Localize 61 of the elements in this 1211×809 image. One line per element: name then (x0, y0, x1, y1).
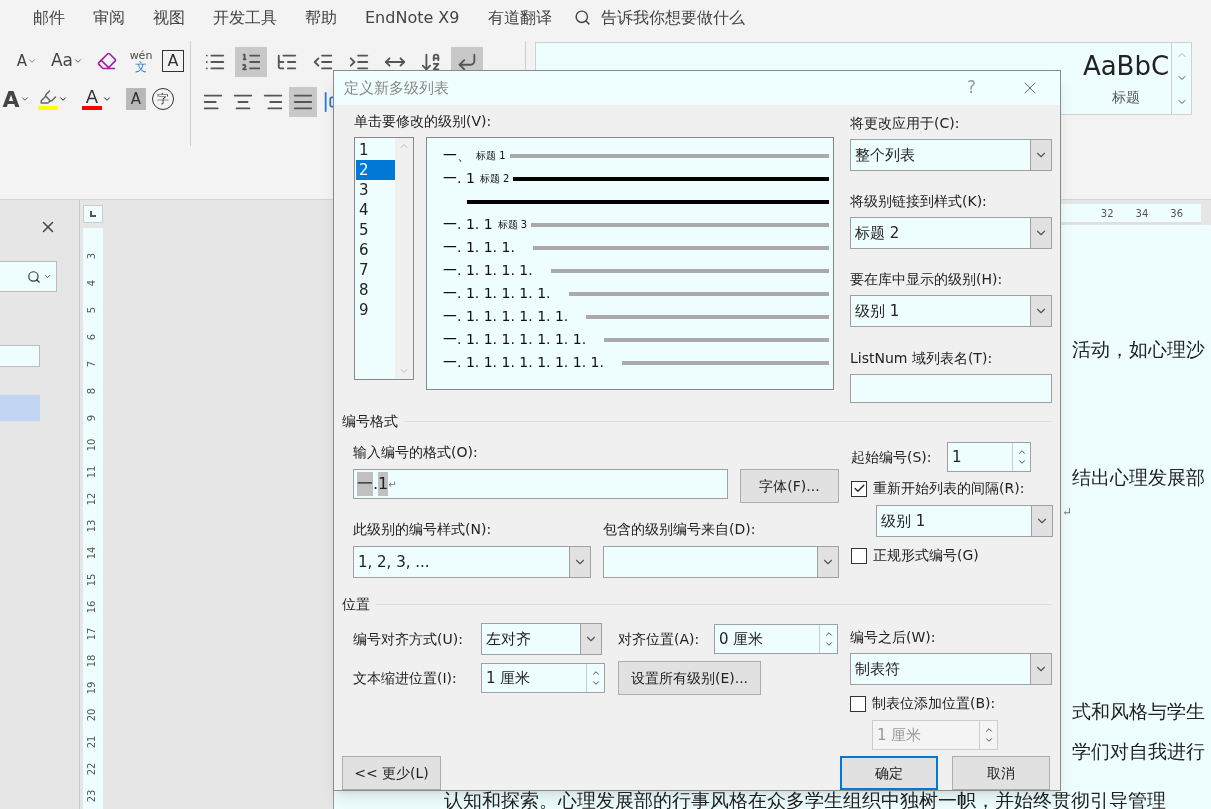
paragraph-mark: ↵ (1062, 504, 1073, 521)
preview-number: 一. 1. 1. 1. 1. 1. 1. 1. 1. (443, 353, 604, 372)
field-label: 将级别链接到样式(K): (850, 192, 988, 211)
ruler-number: 18 (87, 654, 98, 667)
document-text: 活动，如心理沙 (1072, 337, 1205, 361)
preview-number: 一、 (443, 146, 471, 165)
ruler-number: 34 (1135, 206, 1149, 221)
preview-number: 一. 1. 1 (443, 215, 493, 234)
section-title: 位置 (342, 595, 370, 614)
field-label: 对齐位置(A): (618, 629, 701, 649)
ruler-number: 5 (87, 306, 98, 313)
ruler-number: 9 (87, 414, 98, 421)
ruler-number: 21 (87, 735, 98, 748)
ruler-number: 22 (87, 762, 98, 775)
field-label: 文本缩进位置(I): (353, 668, 458, 688)
field-label: 要在库中显示的级别(H): (850, 270, 1004, 289)
ruler-number: 23 (87, 789, 98, 802)
ruler-number: 14 (87, 546, 98, 559)
ruler-number: 13 (87, 519, 98, 532)
ruler-number: 10 (87, 438, 98, 451)
preview-number: 一. 1. 1. 1. 1. (443, 261, 533, 280)
ruler-number: 7 (87, 360, 98, 367)
document-text: 学们对自我进行 (1072, 739, 1205, 763)
field-label: 单击要修改的级别(V): (354, 112, 493, 131)
ruler-number: 19 (87, 681, 98, 694)
preview-number: 一. 1. 1. 1. 1. 1. (443, 284, 551, 303)
field-label: 此级别的编号样式(N): (353, 520, 493, 539)
dialog-title: 定义新多级列表 (344, 77, 449, 99)
preview-style-name: 标题 3 (497, 218, 528, 232)
field-label: 包含的级别编号来自(D): (603, 520, 756, 539)
ruler-number: 17 (87, 627, 98, 640)
checkbox-label: 正规形式编号(G) (873, 546, 979, 565)
field-label: 编号对齐方式(U): (353, 629, 464, 649)
preview-number: 一. 1. 1. 1. (443, 238, 515, 257)
ruler-number: 8 (87, 387, 98, 394)
preview-number: 一. 1. 1. 1. 1. 1. 1. (443, 307, 569, 326)
ruler-number: 6 (87, 333, 98, 340)
checkbox-label: 重新开始列表的间隔(R): (873, 479, 1025, 498)
ruler-number: 32 (1100, 206, 1114, 221)
style-name: 标题 (1112, 88, 1140, 107)
section-title: 编号格式 (342, 412, 398, 431)
ruler-number: 4 (87, 279, 98, 286)
field-label: 输入编号的格式(O): (353, 443, 479, 462)
ruler-number: 3 (87, 252, 98, 259)
preview-style-name: 标题 1 (476, 149, 506, 163)
ruler-number: 16 (87, 600, 98, 613)
ruler-number: 15 (87, 573, 98, 586)
preview-style-name: 标题 2 (479, 172, 510, 186)
field-label: 编号之后(W): (850, 628, 937, 647)
document-text: 结出心理发展部 (1072, 465, 1205, 489)
checkbox-label: 制表位添加位置(B): (872, 694, 996, 713)
field-label: ListNum 域列表名(T): (850, 349, 994, 368)
field-label: 起始编号(S): (851, 447, 932, 467)
preview-number: 一. 1 (443, 169, 475, 188)
ruler-number: 12 (87, 492, 98, 505)
field-label: 将更改应用于(C): (850, 114, 961, 133)
ruler-number: 20 (87, 708, 98, 721)
document-text: 式和风格与学生 (1072, 699, 1205, 723)
ruler-number: 36 (1170, 206, 1183, 221)
ruler-number: 11 (87, 465, 98, 478)
preview-number: 一. 1. 1. 1. 1. 1. 1. 1. (443, 330, 587, 349)
